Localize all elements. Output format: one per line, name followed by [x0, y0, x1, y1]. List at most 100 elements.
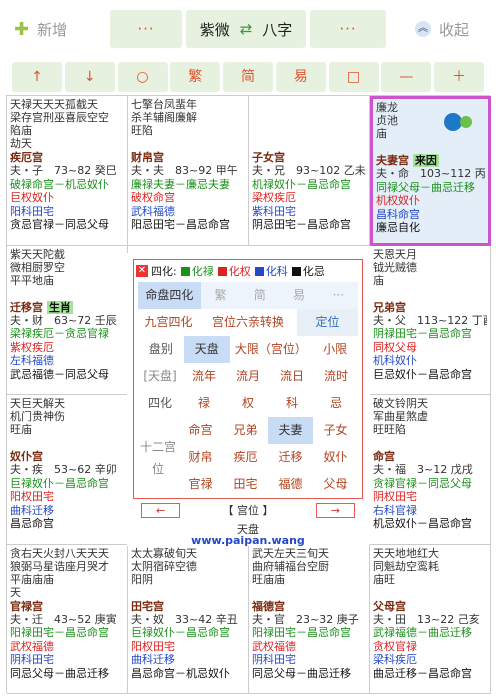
palace-tianzhai[interactable]: 田宅 [223, 471, 268, 498]
ji-button[interactable]: 忌 [314, 390, 358, 417]
tab-fan[interactable]: 繁 [201, 282, 240, 309]
sihua-line: 同禄父母－曲忌迁移 [376, 180, 475, 194]
palace-cell[interactable]: 廉龙 贞池庙夫妻宫 来因 夫・命 103~112 丙申 同禄父母－曲忌迁移 机权奴仆 昌科… [370, 96, 491, 246]
add-button[interactable]: ✚ 新增 [14, 10, 94, 48]
palace-fuqi[interactable]: 夫妻 [268, 417, 313, 444]
palace-cell[interactable]: 天天地地红大 同魁劫空鸾耗 庙旺 父母宫 夫・田 13~22 己亥 武禄福德－曲忌迁移 贪权… [370, 544, 491, 694]
huaquan-label: 化权 [228, 265, 251, 278]
palace-qianyi[interactable]: 迁移 [268, 444, 313, 471]
sihua-line: 右科官禄 [373, 503, 417, 517]
palace-row-1: 命宫 兄弟 夫妻 子女 [178, 417, 358, 444]
tab-jian[interactable]: 简 [240, 282, 279, 309]
palace-xiongdi[interactable]: 兄弟 [223, 417, 268, 444]
palace-jie[interactable]: 疾厄 [223, 444, 268, 471]
star-list: 天禄天天天孤截天梁存宫刑巫喜辰空空陷庙劫天煞使 [10, 98, 124, 150]
palace-cell[interactable]: 武天左天三旬天 曲府辅福台空厨 旺庙庙 福德宫 夫・官 23~32 庚子 阳禄田宅－昌忌命… [249, 544, 370, 694]
star-line: 旺旺陷 [373, 423, 406, 436]
close-icon[interactable]: ✕ [136, 265, 148, 277]
palace-info: 夫・兄 93~102 乙未 [252, 164, 366, 177]
palace-cell[interactable]: 贪右天火封八天天天狼弼马星诰座月哭才平庙庙庙天寿官禄宫夫・迁 43~52 庚寅阳… [7, 544, 128, 694]
dots-label: ··· [137, 20, 155, 38]
sihua-panel: ✕ 四化: 化禄 化权 化科 化忌 命盘四化 繁 简 易 ··· 九宫四化 宫位… [133, 259, 363, 499]
sihua-line: 阳禄田宅－昌忌命宫 [252, 626, 351, 639]
palace-cell[interactable]: 天巨天解天 机门贵神伤 旺庙 奴仆宫 夫・疾 53~62 辛卯 巨禄奴仆－昌忌命宫 阳权田宅… [7, 395, 128, 545]
tab-more[interactable]: ··· [319, 282, 358, 309]
mode-toggle[interactable]: 紫微 ⇄ 八字 [186, 10, 306, 48]
palace-info: 夫・父 113~122 丁酉 [373, 313, 487, 327]
sihua-line: 同权父母 [373, 340, 417, 354]
star-list: 破文铃阴天 军曲星煞虚 旺旺陷 [373, 397, 487, 449]
panbie-label: 盘别 [148, 342, 173, 356]
zoom-out-button[interactable]: — [381, 62, 432, 92]
palace-cell[interactable]: 天禄天天天孤截天梁存宫刑巫喜辰空空陷庙劫天煞使疾厄宫夫・子 73~82 癸巳破禄… [7, 96, 128, 246]
sihua-line: 紫权疾厄 [10, 340, 54, 354]
palace-name-text: 财帛宫 [131, 151, 164, 164]
square-button[interactable]: □ [328, 62, 379, 92]
more-left-button[interactable]: ··· [110, 10, 182, 48]
liunian-button[interactable]: 流年 [182, 363, 226, 390]
palace-cell[interactable]: 破文铃阴天 军曲星煞虚 旺旺陷 命宫 夫・福 3~12 戊戌 贪禄官禄－同忌父母 阴权田宅右… [370, 395, 491, 545]
palace-name: 父母宫 [373, 600, 487, 613]
palace-cell[interactable]: 太太寡破旬天 太阴宿碎空德 阳阴 田宅宫 夫・奴 33~42 辛丑 巨禄奴仆－昌忌命宫 阳权… [128, 544, 249, 694]
prev-button[interactable]: ← [141, 502, 181, 518]
sihua-line: 巨禄奴仆－昌忌命宫 [10, 476, 109, 490]
sihua-row: 四化 禄 权 科 忌 [138, 390, 358, 417]
quan-button[interactable]: 权 [226, 390, 270, 417]
palace-guanlu[interactable]: 官禄 [178, 471, 223, 498]
swap-icon: ⇄ [239, 20, 253, 38]
palace-caibo[interactable]: 财帛 [178, 444, 223, 471]
palace-cell[interactable]: 七擎台凤蜚年 杀羊辅阁廉解 旺陷 财帛宫 夫・夫 83~92 甲午 廉禄夫妻－廉忌夫妻 破权… [128, 96, 249, 246]
simplified-button[interactable]: 简 [223, 62, 273, 92]
palace-name-text: 父母宫 [373, 599, 406, 613]
sihua-line: 阴科田宅 [10, 653, 54, 666]
dots-label: ··· [339, 20, 357, 38]
liuyue-button[interactable]: 流月 [226, 363, 270, 390]
tab-jiugong[interactable]: 九宫四化 [138, 309, 199, 336]
circle-button[interactable]: ○ [117, 62, 168, 92]
sihua-line: 曲忌迁移－昌忌命宫 [373, 666, 472, 680]
more-right-button[interactable]: ··· [310, 10, 386, 48]
palace-ming[interactable]: 命宫 [178, 417, 223, 444]
star-list: 紫天天陀截 微相厨罗空 平平地庙 [10, 248, 124, 300]
xiaoxian-button[interactable]: 小限 [312, 336, 358, 363]
move-down-button[interactable]: ↓ [64, 62, 115, 92]
star-line: 天 [10, 585, 21, 599]
liuri-button[interactable]: 流日 [270, 363, 314, 390]
zoom-in-button[interactable]: ＋ [434, 62, 484, 92]
lu-button[interactable]: 禄 [182, 390, 226, 417]
tianpan-button[interactable]: 天盘 [183, 336, 230, 363]
collapse-button[interactable]: ︽ 收起 [402, 10, 482, 48]
palace-zinv[interactable]: 子女 [313, 417, 358, 444]
star-line: 同魁劫空鸾耗 [373, 559, 439, 573]
bazi-label[interactable]: 八字 [262, 19, 292, 40]
gongwei-label: 【 宫位 】 [223, 502, 274, 518]
palace-cell[interactable]: 紫天天陀截 微相厨罗空 平平地庙 迁移宫 生肖 夫・财 63~72 壬辰 梁禄疾厄－贪忌官… [7, 245, 128, 395]
palace-fumu[interactable]: 父母 [313, 471, 358, 498]
sihua-line: 左科福德 [10, 354, 54, 367]
liushi-button[interactable]: 流时 [314, 363, 358, 390]
star-line: 七擎台凤蜚年 [131, 98, 197, 111]
traditional-button[interactable]: 繁 [170, 62, 221, 92]
locate-button[interactable]: 定位 [296, 309, 358, 336]
easy-button[interactable]: 易 [275, 62, 326, 92]
sihua-line: 曲科迁移 [131, 653, 175, 666]
sihua-line: 阴忌田宅－昌忌命宫 [252, 218, 351, 231]
sihua-line: 梁权疾厄 [252, 191, 296, 204]
palace-name: 迁移宫 生肖 [10, 300, 124, 314]
palace-cell[interactable]: 子女宫 夫・兄 93~102 乙未 机禄奴仆－昌忌命宫 梁权疾厄 紫科田宅 阴忌田宅－昌忌… [249, 96, 370, 246]
palace-nupu[interactable]: 奴仆 [313, 444, 358, 471]
tab-yi[interactable]: 易 [279, 282, 318, 309]
palace-cell[interactable]: 天恩天月 钺光贼德庙兄弟宫 夫・父 113~122 丁酉 阴禄田宅－昌忌命宫 同权父母机… [370, 245, 491, 395]
palace-info: 夫・疾 53~62 辛卯 [10, 463, 117, 476]
next-button[interactable]: → [315, 502, 355, 518]
sihua-line: 机权奴仆 [376, 194, 420, 207]
palace-fude[interactable]: 福德 [268, 471, 313, 498]
palace-name-text: 田宅宫 [131, 599, 164, 613]
tab-mingpan-sihua[interactable]: 命盘四化 [138, 282, 201, 309]
tab-liuqin[interactable]: 宫位六亲转换 [199, 309, 297, 336]
move-up-button[interactable]: ↑ [12, 62, 62, 92]
daxian-button[interactable]: 大限（宫位） [230, 336, 313, 363]
ziwei-label[interactable]: 紫微 [200, 19, 230, 40]
ji-swatch [291, 266, 301, 276]
ke-button[interactable]: 科 [270, 390, 314, 417]
